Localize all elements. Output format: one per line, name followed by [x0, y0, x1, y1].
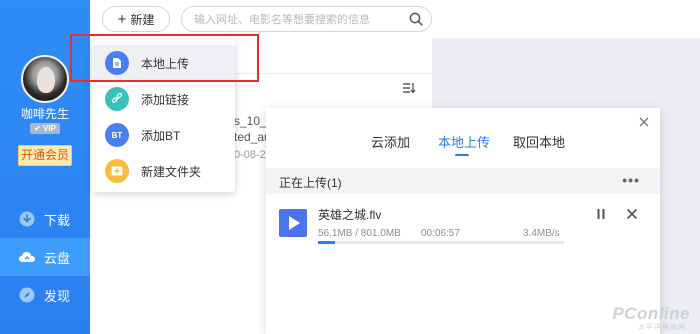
plus-icon: + [117, 10, 127, 28]
download-icon [18, 210, 36, 228]
upload-time-remaining: 00:06:57 [421, 228, 460, 239]
upload-progress-fill [318, 241, 336, 244]
username[interactable]: 咖啡先生 [0, 105, 90, 122]
close-icon[interactable] [638, 116, 650, 128]
cancel-icon[interactable] [626, 208, 638, 220]
menu-item-label: 新建文件夹 [141, 164, 202, 179]
vip-badge: ✔ VIP [30, 123, 60, 134]
tab-cloud-add[interactable]: 云添加 [371, 132, 410, 151]
new-button[interactable]: + 新建 [102, 6, 170, 32]
tab-retrieve-local[interactable]: 取回本地 [513, 132, 565, 151]
upload-panel: 云添加 本地上传 取回本地 正在上传(1) ••• 英雄之城.flv 56.1M… [266, 108, 660, 334]
compass-icon [18, 286, 36, 304]
folder-plus-icon [105, 159, 129, 183]
watermark-logo: PConline [612, 304, 690, 323]
watermark-subtitle: 太平洋电脑网 [638, 324, 686, 331]
upload-size: 56.1MB / 801.0MB [318, 228, 401, 239]
menu-item-add-link[interactable]: 添加链接 [92, 81, 235, 117]
uploading-count: 正在上传(1) [279, 176, 342, 190]
open-membership-button[interactable]: 开通会员 [18, 145, 72, 166]
top-bar: + 新建 [90, 0, 700, 38]
search-box[interactable] [181, 6, 432, 32]
upload-speed: 3.4MB/s [523, 228, 560, 239]
menu-item-add-bt[interactable]: BT 添加BT [92, 117, 235, 153]
new-button-label: 新建 [130, 12, 155, 27]
search-icon[interactable] [409, 12, 423, 29]
upload-file-name: 英雄之城.flv [318, 208, 382, 222]
sort-icon[interactable] [402, 82, 416, 97]
bt-icon: BT [105, 123, 129, 147]
nav-item-cloud[interactable]: 云盘 [0, 238, 90, 276]
nav-item-discover[interactable]: 发现 [0, 276, 90, 314]
nav-label: 云盘 [44, 250, 71, 266]
upload-progress-bar [318, 241, 564, 244]
menu-item-label: 添加链接 [141, 92, 190, 107]
search-input[interactable] [194, 11, 394, 28]
video-file-icon [279, 209, 307, 237]
more-icon[interactable]: ••• [622, 172, 640, 188]
pause-icon[interactable] [595, 208, 607, 220]
menu-item-new-folder[interactable]: 新建文件夹 [92, 153, 235, 189]
nav-label: 下载 [44, 212, 71, 228]
link-icon [105, 87, 129, 111]
active-tab-indicator [455, 154, 469, 156]
menu-item-label: 添加BT [141, 128, 181, 143]
tab-local-upload[interactable]: 本地上传 [438, 132, 490, 151]
nav-item-download[interactable]: 下载 [0, 200, 90, 238]
cloud-icon [18, 248, 36, 266]
nav-label: 发现 [44, 288, 71, 304]
uploading-section-header: 正在上传(1) ••• [266, 168, 660, 194]
highlight-box [70, 34, 259, 82]
avatar[interactable] [21, 55, 69, 103]
